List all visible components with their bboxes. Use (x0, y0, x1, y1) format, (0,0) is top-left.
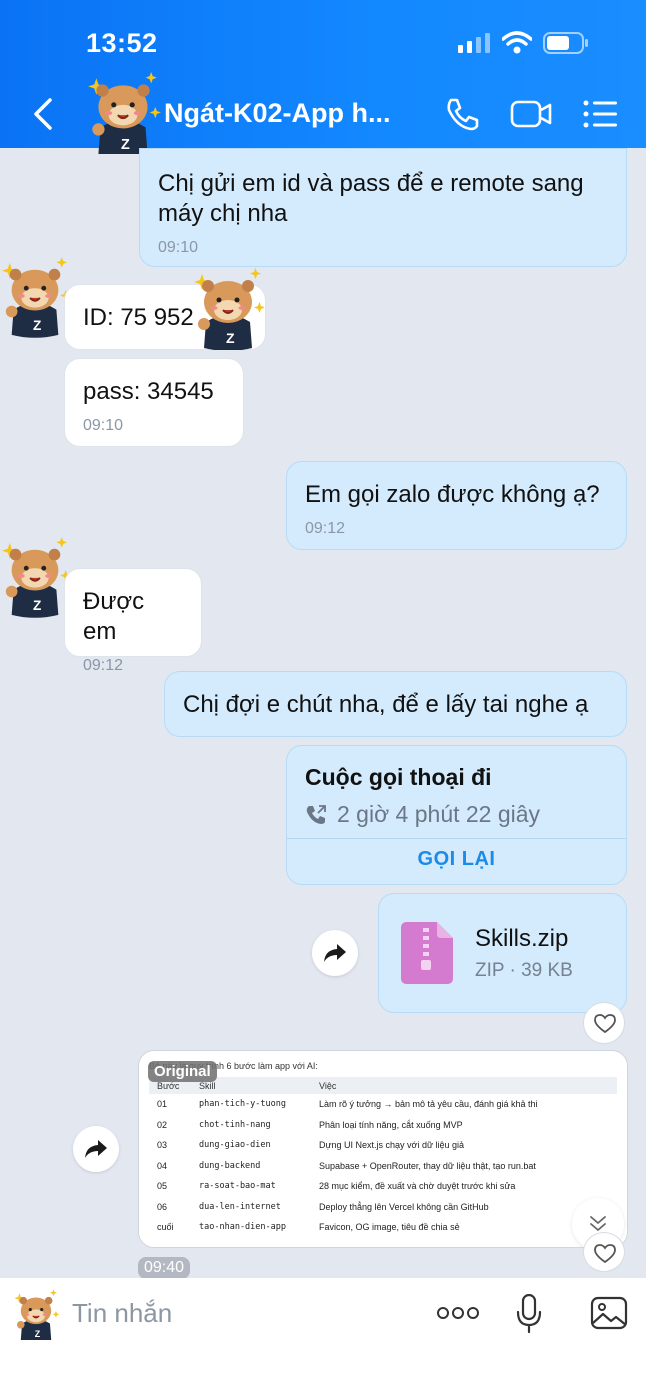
table-cell: 06 (157, 1201, 168, 1212)
message-text: Được em (83, 588, 145, 645)
message-text: pass: 34545 (83, 378, 214, 405)
message-time: 09:40 (138, 1257, 191, 1278)
table-cell: Deploy thẳng lên Vercel không cần GitHub (319, 1201, 489, 1212)
table-cell: Dựng UI Next.js chạy với dữ liệu giả (319, 1140, 465, 1151)
table-cell: Supabase + OpenRouter, thay dữ liệu thật… (319, 1160, 536, 1171)
divider (287, 838, 626, 839)
heart-icon (594, 1014, 616, 1034)
image-intro-text: Bộ này là quy trình 6 bước làm app với A… (149, 1061, 318, 1071)
sender-avatar-sticker (0, 536, 70, 619)
status-time: 13:52 (86, 28, 158, 58)
table-row: 04 dung-backend Supabase + OpenRouter, tha… (149, 1156, 617, 1177)
table-cell: 02 (157, 1119, 168, 1130)
image-icon[interactable] (590, 1296, 628, 1330)
phone-outgoing-icon (306, 805, 326, 824)
share-button[interactable] (73, 1126, 119, 1172)
table-row: 01 phan-tich-y-tuong Làm rõ ý tưởng → bản … (149, 1094, 617, 1115)
table-cell: phan-tich-y-tuong (199, 1099, 286, 1110)
message-text: Chị đợi e chút nha, để e lấy tai nghe ạ (183, 691, 589, 718)
message-bubble-incoming[interactable]: Được em 09:12 (64, 568, 202, 674)
table-row: 06 dua-len-internet Deploy thẳng lên Verce… (149, 1197, 617, 1218)
back-icon[interactable] (30, 96, 58, 132)
voice-call-card[interactable]: Cuộc gọi thoại đi 2 giờ 4 phút 22 giây G… (286, 745, 627, 885)
react-heart-button[interactable] (583, 1232, 625, 1272)
table-header: Việc (311, 1077, 617, 1094)
table-cell: Phân loại tính năng, cắt xuống MVP (319, 1119, 463, 1130)
table-row: 03 dung-giao-dien Dựng UI Next.js chạy với… (149, 1135, 617, 1156)
original-badge[interactable]: Original (148, 1061, 217, 1082)
menu-icon[interactable] (582, 99, 618, 129)
table-cell: 03 (157, 1140, 168, 1151)
share-icon (85, 1140, 107, 1158)
table-cell: 04 (157, 1160, 168, 1171)
sticker-picker-icon[interactable] (12, 1288, 60, 1340)
message-bubble-outgoing[interactable]: Em gọi zalo được không ạ? 09:12 (286, 461, 627, 550)
message-bubble-outgoing[interactable]: Chị gửi em id và pass để e remote sang m… (139, 148, 627, 267)
screenshot-image: Bộ này là quy trình 6 bước làm app với A… (149, 1059, 619, 1238)
table-cell: tao-nhan-dien-app (199, 1222, 286, 1233)
message-text: Chị gửi em id và pass để e remote sang m… (158, 170, 584, 227)
call-again-button[interactable]: GỌI LẠI (287, 848, 626, 871)
file-attachment-card[interactable]: Skills.zip ZIP · 39 KB (378, 893, 627, 1013)
zip-file-icon (401, 922, 453, 984)
share-icon (324, 944, 346, 962)
table-cell: chot-tinh-nang (199, 1119, 271, 1130)
message-time: 09:12 (305, 520, 346, 537)
call-title: Cuộc gọi thoại đi (305, 764, 492, 790)
chat-area[interactable]: Chị gửi em id và pass để e remote sang m… (0, 148, 646, 1278)
wifi-icon (502, 31, 532, 54)
message-bubble-incoming[interactable]: pass: 34545 09:10 (64, 358, 244, 447)
message-time: 09:10 (83, 417, 124, 434)
table-cell: Favicon, OG image, tiêu đề chia sẻ (319, 1222, 460, 1233)
battery-icon (543, 32, 588, 54)
heart-icon (594, 1244, 616, 1264)
table-row: 05 ra-soat-bao-mat 28 mục kiểm, đề xuất và… (149, 1176, 617, 1197)
video-call-icon[interactable] (510, 99, 552, 129)
chat-header: 13:52 Ngát-K02-App h... (0, 0, 646, 154)
file-meta: ZIP · 39 KB (475, 960, 573, 981)
image-message[interactable]: Bộ này là quy trình 6 bước làm app với A… (138, 1050, 628, 1248)
table-cell: dua-len-internet (199, 1201, 281, 1212)
table-cell: 01 (157, 1099, 168, 1110)
message-input[interactable]: Tin nhắn (72, 1298, 172, 1329)
table-cell: ra-soat-bao-mat (199, 1181, 276, 1192)
react-heart-button[interactable] (583, 1002, 625, 1044)
file-name: Skills.zip (475, 925, 569, 952)
sender-avatar-sticker (0, 256, 70, 339)
phone-icon[interactable] (444, 97, 480, 131)
table-cell: 28 mục kiểm, đề xuất và chờ duyệt trước … (319, 1181, 516, 1192)
table-cell: Làm rõ ý tưởng → bản mô tả yêu cầu, đánh… (319, 1099, 538, 1110)
reaction-sticker (193, 267, 264, 350)
call-duration: 2 giờ 4 phút 22 giây (337, 801, 541, 827)
signal-icon (458, 33, 490, 53)
share-button[interactable] (312, 930, 358, 976)
message-text: Em gọi zalo được không ạ? (305, 481, 600, 508)
message-time: 09:10 (158, 239, 199, 256)
chevron-down-icon (590, 1216, 606, 1231)
skills-table: Bước Skill Việc 01 phan-tich-y-tuong Làm r… (149, 1077, 617, 1238)
table-cell: dung-giao-dien (199, 1140, 271, 1151)
table-cell: cuối (157, 1222, 174, 1233)
table-cell: dung-backend (199, 1160, 261, 1171)
more-icon[interactable] (437, 1306, 479, 1320)
header-sticker-avatar (87, 71, 162, 154)
table-row: cuối tao-nhan-dien-app Favicon, OG image, … (149, 1217, 617, 1238)
message-input-bar: Tin nhắn (0, 1278, 646, 1400)
table-row: 02 chot-tinh-nang Phân loại tính năng, cắt… (149, 1115, 617, 1136)
message-text: ID: 75 952 (83, 304, 194, 331)
table-cell: 05 (157, 1181, 168, 1192)
message-bubble-outgoing[interactable]: Chị đợi e chút nha, để e lấy tai nghe ạ (164, 671, 627, 737)
microphone-icon[interactable] (516, 1294, 542, 1334)
message-time: 09:12 (83, 657, 124, 674)
